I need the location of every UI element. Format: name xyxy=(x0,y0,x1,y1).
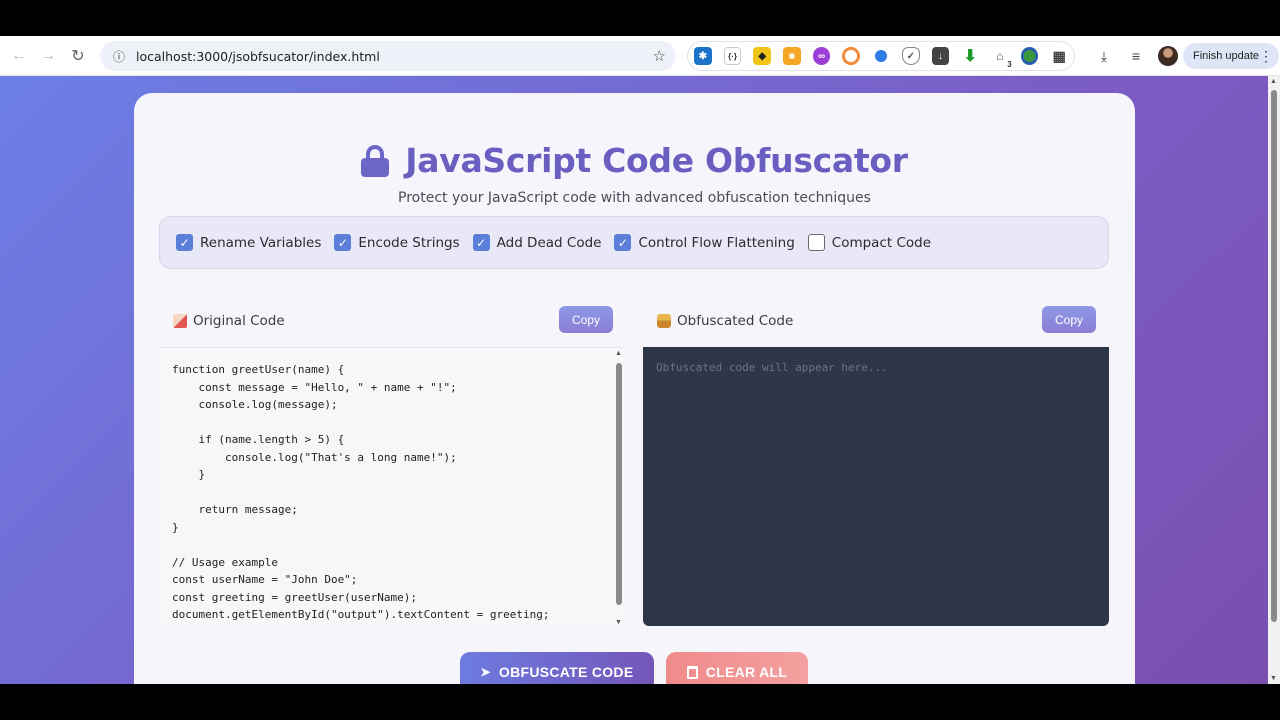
option-encode-strings[interactable]: ✓ Encode Strings xyxy=(334,234,460,251)
extensions-puzzle-icon[interactable]: ▦ xyxy=(1050,47,1068,65)
extension-globe-icon[interactable] xyxy=(1020,47,1039,65)
scroll-up-icon[interactable]: ▲ xyxy=(1270,78,1277,85)
option-label: Compact Code xyxy=(831,234,932,251)
reload-icon[interactable]: ↻ xyxy=(63,41,93,71)
bookmark-star-icon[interactable]: ☆ xyxy=(653,47,666,65)
bottom-letterbox xyxy=(0,684,1280,720)
checkbox-checked-icon[interactable]: ✓ xyxy=(614,234,632,251)
extensions-bar: ✱ {·} ◆ ■ ∞ ✓ ↓ ⬇ ⌂ 3 ▦ xyxy=(687,41,1075,71)
extension-green-arrow-icon[interactable]: ⬇ xyxy=(961,47,979,65)
obfuscated-code-output[interactable]: Obfuscated code will appear here... xyxy=(643,347,1109,626)
toolbar-right-icons: ⤓ ≡ xyxy=(1094,41,1178,71)
copy-original-button[interactable]: Copy xyxy=(559,306,613,333)
extension-home-icon[interactable]: ⌂ 3 xyxy=(991,47,1011,69)
clear-all-button-label: CLEAR ALL xyxy=(705,664,788,680)
obfuscate-button[interactable]: ➤ OBFUSCATE CODE xyxy=(460,652,654,684)
obfuscated-code-label: Obfuscated Code xyxy=(677,313,794,329)
finish-update-label: Finish update xyxy=(1193,50,1260,62)
page-background: JavaScript Code Obfuscator Protect your … xyxy=(0,76,1268,684)
original-code-header: Original Code xyxy=(173,313,285,329)
url-text[interactable]: localhost:3000/jsobfsucator/index.html xyxy=(136,49,653,64)
obfuscated-placeholder: Obfuscated code will appear here... xyxy=(656,361,888,374)
extension-badge: 3 xyxy=(1007,60,1012,69)
option-control-flow-flattening[interactable]: ✓ Control Flow Flattening xyxy=(614,234,795,251)
address-bar[interactable]: ⓘ localhost:3000/jsobfsucator/index.html… xyxy=(100,41,676,71)
browser-toolbar: ← → ↻ ⓘ localhost:3000/jsobfsucator/inde… xyxy=(0,36,1280,76)
extension-loop-icon[interactable]: ∞ xyxy=(812,47,831,65)
extension-shield-icon[interactable]: ✓ xyxy=(901,47,920,65)
checkbox-unchecked-icon[interactable] xyxy=(807,234,825,251)
clear-all-button[interactable]: CLEAR ALL xyxy=(666,652,808,684)
title-row: JavaScript Code Obfuscator xyxy=(134,141,1135,180)
forward-icon[interactable]: → xyxy=(33,41,63,71)
extension-diamond-icon[interactable]: ◆ xyxy=(753,47,772,65)
profile-avatar[interactable] xyxy=(1158,46,1178,66)
extension-download-box-icon[interactable]: ↓ xyxy=(931,47,950,65)
page-subtitle: Protect your JavaScript code with advanc… xyxy=(398,190,871,206)
code-scroll-thumb[interactable] xyxy=(616,363,622,605)
option-rename-variables[interactable]: ✓ Rename Variables xyxy=(176,234,321,251)
option-label: Encode Strings xyxy=(358,234,460,251)
trash-icon xyxy=(686,665,698,679)
page-scroll-thumb[interactable] xyxy=(1271,90,1277,622)
obfuscator-card: JavaScript Code Obfuscator Protect your … xyxy=(134,93,1135,684)
checkbox-checked-icon[interactable]: ✓ xyxy=(334,234,352,251)
page-scrollbar[interactable]: ▲ ▼ xyxy=(1268,76,1280,684)
extension-ring-icon[interactable] xyxy=(842,47,861,65)
code-scrollbar[interactable]: ▲ ▼ xyxy=(613,348,625,627)
obfuscated-code-header: Obfuscated Code xyxy=(657,313,793,329)
original-code-text[interactable]: function greetUser(name) { const message… xyxy=(172,361,550,624)
downloads-icon[interactable]: ⤓ xyxy=(1094,46,1114,66)
extension-dot-icon[interactable] xyxy=(875,50,887,62)
media-queue-icon[interactable]: ≡ xyxy=(1126,46,1146,66)
option-label: Rename Variables xyxy=(200,234,322,251)
extension-folder-icon[interactable]: ■ xyxy=(783,47,801,65)
checkbox-checked-icon[interactable]: ✓ xyxy=(472,234,490,251)
option-label: Add Dead Code xyxy=(496,234,602,251)
option-label: Control Flow Flattening xyxy=(638,234,795,251)
more-menu-icon[interactable]: ⋮ xyxy=(1259,48,1273,65)
scroll-down-icon[interactable]: ▼ xyxy=(1270,675,1277,682)
obfuscated-code-panel: Obfuscated Code Copy Obfuscated code wil… xyxy=(643,292,1109,629)
checkbox-checked-icon[interactable]: ✓ xyxy=(176,234,193,251)
copy-obfuscated-button[interactable]: Copy xyxy=(1042,306,1096,333)
finish-update-button[interactable]: Finish update ⋮ xyxy=(1183,43,1280,69)
options-bar: ✓ Rename Variables ✓ Encode Strings ✓ Ad… xyxy=(159,216,1109,269)
extension-json-icon[interactable]: {·} xyxy=(723,47,742,65)
extension-grid-icon[interactable]: ✱ xyxy=(694,47,712,65)
scroll-up-icon[interactable]: ▲ xyxy=(615,350,622,357)
original-code-panel: Original Code Copy function greetUser(na… xyxy=(159,292,625,629)
option-add-dead-code[interactable]: ✓ Add Dead Code xyxy=(472,234,602,251)
original-code-label: Original Code xyxy=(193,313,285,329)
back-icon[interactable]: ← xyxy=(4,41,34,71)
option-compact-code[interactable]: Compact Code xyxy=(807,234,932,251)
site-info-icon[interactable]: ⓘ xyxy=(110,47,128,65)
rocket-icon: ➤ xyxy=(480,665,491,679)
obfuscate-button-label: OBFUSCATE CODE xyxy=(498,664,634,680)
lock-icon xyxy=(361,144,390,177)
memo-icon xyxy=(173,314,187,328)
locked-icon xyxy=(657,314,671,328)
top-letterbox xyxy=(0,0,1280,36)
page-title: JavaScript Code Obfuscator xyxy=(405,141,908,180)
original-code-editor[interactable]: function greetUser(name) { const message… xyxy=(159,347,625,627)
scroll-down-icon[interactable]: ▼ xyxy=(615,619,622,626)
